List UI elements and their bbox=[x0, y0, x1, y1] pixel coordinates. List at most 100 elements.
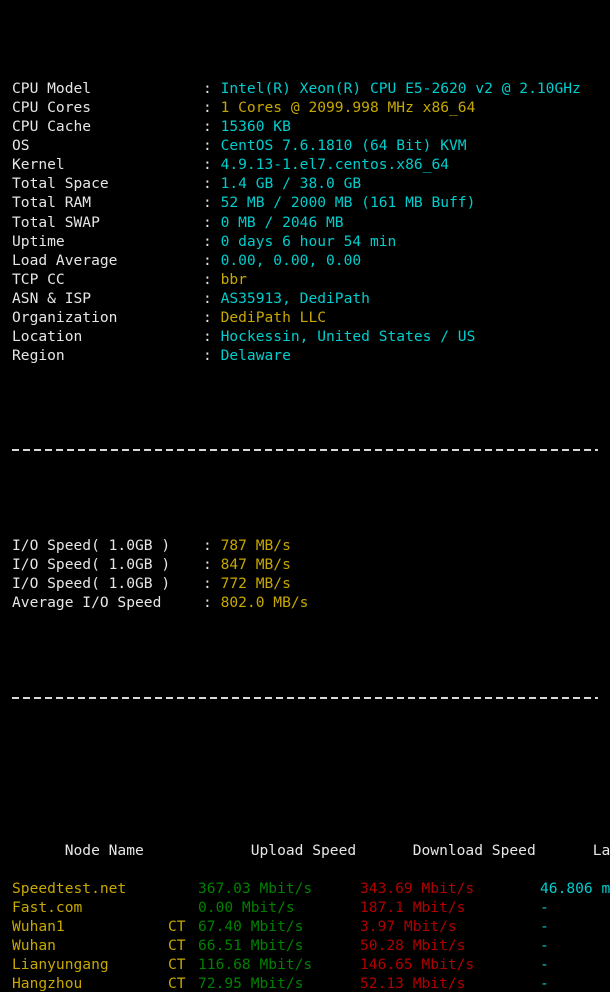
speedtest-upload-speed: 0.00 Mbit/s bbox=[198, 899, 295, 917]
system-info-value: DediPath LLC bbox=[220, 308, 327, 326]
system-info-block: CPU Model: Intel(R) Xeon(R) CPU E5-2620 … bbox=[12, 79, 610, 365]
system-info-colon: : bbox=[203, 308, 221, 326]
speedtest-download-speed: 146.65 Mbit/s bbox=[360, 956, 475, 974]
speedtest-row: Wuhan1 CT 67.40 Mbit/s 3.97 Mbit/s - bbox=[12, 917, 610, 936]
system-info-value: 52 MB / 2000 MB (161 MB Buff) bbox=[220, 194, 476, 212]
speedtest-download-speed: 3.97 Mbit/s bbox=[360, 918, 457, 936]
system-info-colon: : bbox=[203, 289, 221, 307]
system-info-row: Location: Hockessin, United States / US bbox=[12, 327, 610, 346]
system-info-row: ASN & ISP: AS35913, DediPath bbox=[12, 289, 610, 308]
system-info-value: 4.9.13-1.el7.centos.x86_64 bbox=[220, 156, 450, 174]
system-info-row: CPU Cores: 1 Cores @ 2099.998 MHz x86_64 bbox=[12, 98, 610, 117]
system-info-colon: : bbox=[203, 270, 221, 288]
system-info-colon: : bbox=[203, 213, 221, 231]
system-info-colon: : bbox=[203, 118, 221, 136]
system-info-label: Organization bbox=[12, 308, 118, 326]
speedtest-upload-speed: 66.51 Mbit/s bbox=[198, 937, 304, 955]
speedtest-row: Hangzhou CT 72.95 Mbit/s 52.13 Mbit/s - bbox=[12, 974, 610, 992]
system-info-value: 0 days 6 hour 54 min bbox=[220, 232, 397, 250]
header-latency: Latency bbox=[592, 842, 610, 860]
system-info-label: TCP CC bbox=[12, 270, 65, 288]
system-info-row: CPU Cache: 15360 KB bbox=[12, 117, 610, 136]
system-info-row: Load Average: 0.00, 0.00, 0.00 bbox=[12, 251, 610, 270]
system-info-row: Region: Delaware bbox=[12, 346, 610, 365]
system-info-label: Kernel bbox=[12, 156, 65, 174]
speedtest-latency: 46.806 ms bbox=[540, 880, 610, 898]
speedtest-rows: Speedtest.net 367.03 Mbit/s 343.69 Mbit/s 4… bbox=[12, 879, 610, 992]
speedtest-node-name: Lianyungang bbox=[12, 956, 109, 974]
system-info-value: Hockessin, United States / US bbox=[220, 327, 476, 345]
speedtest-node-name: Speedtest.net bbox=[12, 880, 127, 898]
system-info-value: 1 Cores @ 2099.998 MHz x86_64 bbox=[220, 99, 476, 117]
system-info-colon: : bbox=[203, 327, 221, 345]
system-info-colon: : bbox=[203, 137, 221, 155]
speedtest-download-speed: 50.28 Mbit/s bbox=[360, 937, 466, 955]
speedtest-isp-code: CT bbox=[168, 956, 186, 974]
system-info-colon: : bbox=[203, 232, 221, 250]
io-test-colon: : bbox=[203, 594, 221, 612]
speedtest-upload-speed: 116.68 Mbit/s bbox=[198, 956, 313, 974]
io-test-label: I/O Speed( 1.0GB ) bbox=[12, 537, 171, 555]
system-info-label: Location bbox=[12, 327, 83, 345]
system-info-value: 1.4 GB / 38.0 GB bbox=[220, 175, 362, 193]
speedtest-download-speed: 187.1 Mbit/s bbox=[360, 899, 466, 917]
io-test-value: 847 MB/s bbox=[220, 556, 291, 574]
io-test-label: I/O Speed( 1.0GB ) bbox=[12, 575, 171, 593]
system-info-value: bbr bbox=[220, 270, 247, 288]
speedtest-latency: - bbox=[540, 975, 549, 992]
io-test-row: I/O Speed( 1.0GB ): 847 MB/s bbox=[12, 555, 610, 574]
speedtest-row: Fast.com 0.00 Mbit/s 187.1 Mbit/s - bbox=[12, 898, 610, 917]
speedtest-table-header: Node Name Upload Speed Download Speed Laten… bbox=[12, 822, 610, 859]
system-info-row: OS: CentOS 7.6.1810 (64 Bit) KVM bbox=[12, 136, 610, 155]
system-info-label: ASN & ISP bbox=[12, 289, 92, 307]
system-info-label: Load Average bbox=[12, 251, 118, 269]
io-test-value: 802.0 MB/s bbox=[220, 594, 309, 612]
speedtest-upload-speed: 67.40 Mbit/s bbox=[198, 918, 304, 936]
speedtest-latency: - bbox=[540, 918, 549, 936]
system-info-row: Total SWAP: 0 MB / 2046 MB bbox=[12, 213, 610, 232]
system-info-label: OS bbox=[12, 137, 30, 155]
system-info-colon: : bbox=[203, 80, 221, 98]
io-test-colon: : bbox=[203, 556, 221, 574]
speedtest-upload-speed: 367.03 Mbit/s bbox=[198, 880, 313, 898]
system-info-label: Region bbox=[12, 346, 65, 364]
header-node-name: Node Name bbox=[64, 842, 144, 860]
system-info-row: TCP CC: bbr bbox=[12, 270, 610, 289]
system-info-row: Organization: DediPath LLC bbox=[12, 308, 610, 327]
system-info-value: Intel(R) Xeon(R) CPU E5-2620 v2 @ 2.10GH… bbox=[220, 80, 581, 98]
speedtest-latency: - bbox=[540, 956, 549, 974]
system-info-value: AS35913, DediPath bbox=[220, 289, 370, 307]
speedtest-row: Wuhan CT 66.51 Mbit/s 50.28 Mbit/s - bbox=[12, 936, 610, 955]
speedtest-node-name: Fast.com bbox=[12, 899, 83, 917]
system-info-value: 0 MB / 2046 MB bbox=[220, 213, 344, 231]
system-info-value: 15360 KB bbox=[220, 118, 291, 136]
system-info-label: Total Space bbox=[12, 175, 109, 193]
system-info-row: Total RAM: 52 MB / 2000 MB (161 MB Buff) bbox=[12, 193, 610, 212]
io-test-value: 772 MB/s bbox=[220, 575, 291, 593]
system-info-row: CPU Model: Intel(R) Xeon(R) CPU E5-2620 … bbox=[12, 79, 610, 98]
speedtest-upload-speed: 72.95 Mbit/s bbox=[198, 975, 304, 992]
system-info-value: 0.00, 0.00, 0.00 bbox=[220, 251, 362, 269]
speedtest-row: Lianyungang CT 116.68 Mbit/s 146.65 Mbit/s - bbox=[12, 955, 610, 974]
io-test-colon: : bbox=[203, 537, 221, 555]
speedtest-isp-code: CT bbox=[168, 918, 186, 936]
terminal-output: CPU Model: Intel(R) Xeon(R) CPU E5-2620 … bbox=[0, 0, 610, 992]
speedtest-node-name: Wuhan1 bbox=[12, 918, 65, 936]
divider-line-1 bbox=[12, 441, 610, 460]
system-info-colon: : bbox=[203, 194, 221, 212]
system-info-value: CentOS 7.6.1810 (64 Bit) KVM bbox=[220, 137, 467, 155]
io-test-row: Average I/O Speed: 802.0 MB/s bbox=[12, 593, 610, 612]
system-info-colon: : bbox=[203, 156, 221, 174]
speedtest-node-name: Wuhan bbox=[12, 937, 56, 955]
system-info-row: Kernel: 4.9.13-1.el7.centos.x86_64 bbox=[12, 155, 610, 174]
system-info-row: Uptime: 0 days 6 hour 54 min bbox=[12, 232, 610, 251]
io-test-block: I/O Speed( 1.0GB ): 787 MB/s I/O Speed( 1… bbox=[12, 536, 610, 612]
system-info-colon: : bbox=[203, 346, 221, 364]
system-info-label: Uptime bbox=[12, 232, 65, 250]
speedtest-row: Speedtest.net 367.03 Mbit/s 343.69 Mbit/s 4… bbox=[12, 879, 610, 898]
speedtest-isp-code: CT bbox=[168, 937, 186, 955]
system-info-colon: : bbox=[203, 175, 221, 193]
io-test-label: Average I/O Speed bbox=[12, 594, 162, 612]
speedtest-latency: - bbox=[540, 937, 549, 955]
system-info-row: Total Space: 1.4 GB / 38.0 GB bbox=[12, 174, 610, 193]
